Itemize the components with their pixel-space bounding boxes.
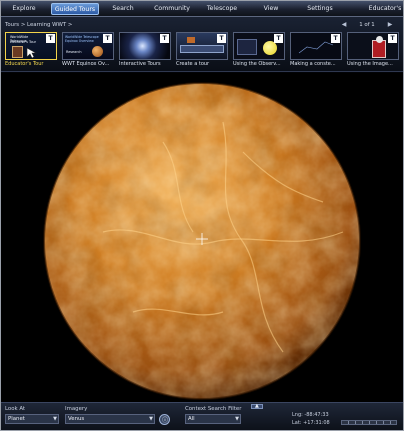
info-icon: ⓘ <box>162 417 169 424</box>
menu-view[interactable]: View <box>257 3 285 15</box>
wwt-window: Explore Guided Tours Search Community Te… <box>0 0 404 431</box>
planet-icon <box>92 46 103 57</box>
slider-tick <box>369 421 370 424</box>
tour-badge-icon: T <box>103 34 112 43</box>
menu-search[interactable]: Search <box>105 3 141 15</box>
chevron-down-icon: ▼ <box>53 416 57 422</box>
menu-telescope[interactable]: Telescope <box>203 3 241 15</box>
slider-tick <box>376 421 377 424</box>
chevron-down-icon: ▼ <box>149 416 153 422</box>
tour-caption: Using the Image... <box>347 61 393 67</box>
tours-panel: Tours > Learning WWT > ◀ 1 of 1 ▶ WorldW… <box>1 17 403 89</box>
longitude-readout: Lng: -88:47:33 <box>292 412 329 418</box>
context-filter-value: All <box>188 416 195 422</box>
menu-educators[interactable]: Educator's <box>367 3 403 15</box>
slider-tick <box>362 421 363 424</box>
chevron-up-icon: ▲ <box>255 403 259 409</box>
pager-count: 1 of 1 <box>359 22 375 28</box>
chevron-left-icon[interactable]: ◀ <box>339 20 349 30</box>
tour-badge-icon: T <box>46 34 55 43</box>
slider-tick <box>383 421 384 424</box>
tour-thumbnail-image: T <box>176 32 228 60</box>
look-at-value: Planet <box>8 416 25 422</box>
menu-bar: Explore Guided Tours Search Community Te… <box>1 1 403 17</box>
tour-thumb-interactive-tours[interactable]: T Interactive Tours <box>119 32 171 67</box>
tour-badge-icon: T <box>331 34 340 43</box>
tour-thumbnail-image: T <box>119 32 171 60</box>
tour-badge-icon: T <box>274 34 283 43</box>
tour-caption: Interactive Tours <box>119 61 161 67</box>
expand-panel-button[interactable]: ▲ <box>251 403 263 409</box>
menu-guided-tours[interactable]: Guided Tours <box>51 3 99 15</box>
tour-caption: Making a conste... <box>290 61 336 67</box>
tour-thumbnail-image: T <box>290 32 342 60</box>
context-filter-label: Context Search Filter <box>185 406 242 412</box>
tour-badge-icon: T <box>388 34 397 43</box>
imagery-value: Venus <box>68 416 85 422</box>
slider-tick <box>390 421 391 424</box>
context-filter-dropdown[interactable]: All ▼ <box>185 414 241 424</box>
thumb-label: Research <box>66 50 82 54</box>
look-at-label: Look At <box>5 406 26 412</box>
time-slider[interactable] <box>341 420 397 425</box>
imagery-label: Imagery <box>65 406 88 412</box>
coordinates-readout: Lng: -88:47:33 Lat: +17:31:08 <box>292 411 338 429</box>
tour-thumb-create-a-tour[interactable]: T Create a tour <box>176 32 228 67</box>
sky-view[interactable] <box>1 73 403 403</box>
thumb-image <box>187 37 195 43</box>
slider-tick <box>348 421 349 424</box>
imagery-info-button[interactable]: ⓘ <box>159 414 170 425</box>
tour-thumbnail-image: T <box>347 32 399 60</box>
thumb-image <box>376 36 383 43</box>
thumb-subtitle: Educator's Tour <box>10 40 37 44</box>
tour-thumbnail-image: WorldWide Telescope Equinox Overview Res… <box>62 32 114 60</box>
breadcrumb[interactable]: Tours > Learning WWT > <box>5 21 72 30</box>
tour-badge-icon: T <box>160 34 169 43</box>
tour-thumbnail-image: WorldWide Telescope Educator's Tour T <box>5 32 57 60</box>
thumb-panel <box>237 39 257 55</box>
tour-thumb-equinox-overview[interactable]: WorldWide Telescope Equinox Overview Res… <box>62 32 114 67</box>
tour-thumb-using-image[interactable]: T Using the Image... <box>347 32 399 67</box>
thumb-subtitle: Equinox Overview <box>65 39 94 43</box>
tour-thumb-using-observing[interactable]: T Using the Observ... <box>233 32 285 67</box>
menu-settings[interactable]: Settings <box>303 3 337 15</box>
thumb-panel <box>180 45 224 53</box>
book-icon <box>12 46 23 58</box>
chevron-down-icon: ▼ <box>235 416 239 422</box>
tour-thumb-educators-tour[interactable]: WorldWide Telescope Educator's Tour T Ed… <box>5 32 57 67</box>
tour-thumbnail-image: T <box>233 32 285 60</box>
sun-icon <box>263 41 277 55</box>
slider-tick <box>355 421 356 424</box>
tour-caption: Educator's Tour <box>5 61 44 67</box>
tour-caption: Using the Observ... <box>233 61 281 67</box>
tour-thumb-making-constellation[interactable]: T Making a conste... <box>290 32 342 67</box>
latitude-readout: Lat: +17:31:08 <box>292 420 330 426</box>
menu-explore[interactable]: Explore <box>5 3 43 15</box>
chevron-right-icon[interactable]: ▶ <box>385 20 395 30</box>
cursor-icon <box>26 47 38 59</box>
look-at-dropdown[interactable]: Planet ▼ <box>5 414 59 424</box>
imagery-dropdown[interactable]: Venus ▼ <box>65 414 155 424</box>
bottom-control-bar: Look At Planet ▼ Imagery Venus ▼ ⓘ ▲ Con… <box>1 402 403 430</box>
tour-caption: WWT Equinox Ov... <box>62 61 110 67</box>
menu-community[interactable]: Community <box>151 3 193 15</box>
tour-pager: ◀ 1 of 1 ▶ <box>339 20 395 30</box>
tour-caption: Create a tour <box>176 61 210 67</box>
tour-badge-icon: T <box>217 34 226 43</box>
crosshair-icon <box>196 233 208 245</box>
